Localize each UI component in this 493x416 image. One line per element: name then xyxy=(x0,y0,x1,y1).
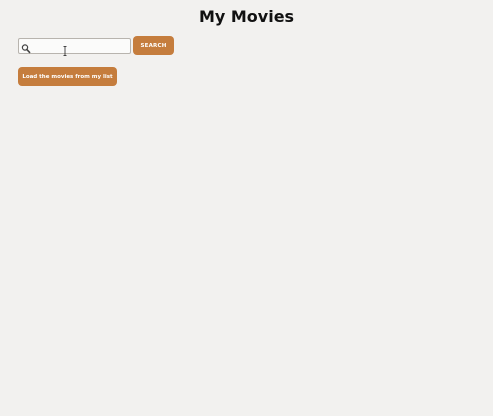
search-box[interactable] xyxy=(18,37,131,56)
search-button[interactable]: SEARCH xyxy=(133,36,174,55)
search-icon xyxy=(21,40,31,53)
search-row: SEARCH xyxy=(18,36,174,56)
page-title: My Movies xyxy=(198,7,295,26)
text-cursor-icon xyxy=(63,41,67,56)
load-movies-button[interactable]: Load the movies from my list xyxy=(18,67,117,86)
search-input[interactable] xyxy=(31,38,129,53)
